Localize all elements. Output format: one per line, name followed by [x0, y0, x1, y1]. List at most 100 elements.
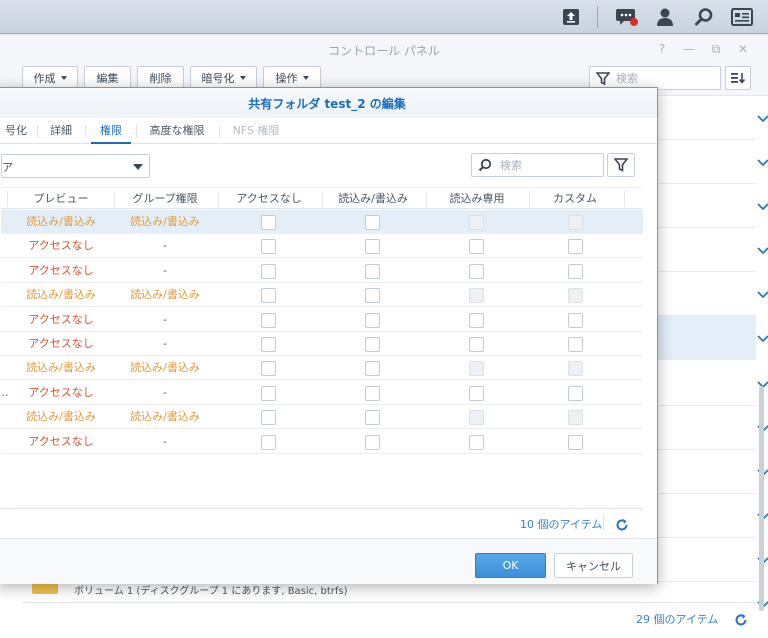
preview-cell: アクセスなし	[28, 434, 94, 448]
table-row[interactable]: アクセスなし -	[1, 234, 643, 259]
chevron-down-icon[interactable]	[755, 110, 768, 126]
row-name-fragment	[1, 283, 9, 307]
read-write-checkbox[interactable]	[365, 410, 380, 426]
read-only-checkbox[interactable]	[469, 312, 484, 328]
column-read-only[interactable]: 読込み専用	[427, 188, 527, 210]
custom-checkbox[interactable]	[568, 337, 583, 352]
no-access-checkbox[interactable]	[261, 385, 276, 401]
group-permission-cell: 読込み/書込み	[130, 215, 200, 228]
table-row[interactable]: 読込み/書込み 読込み/書込み	[1, 210, 643, 234]
tab-details[interactable]: 詳細	[41, 118, 81, 144]
row-name-fragment	[1, 356, 9, 380]
no-access-checkbox[interactable]	[261, 263, 276, 279]
preview-cell: アクセスなし	[28, 239, 94, 253]
read-write-checkbox[interactable]	[365, 361, 380, 377]
read-write-checkbox[interactable]	[365, 239, 380, 255]
read-write-checkbox[interactable]	[365, 263, 380, 279]
read-only-checkbox[interactable]	[469, 434, 484, 450]
custom-checkbox[interactable]	[568, 263, 583, 279]
taskbar	[0, 0, 768, 34]
ok-button[interactable]: OK	[475, 553, 546, 578]
read-only-checkbox	[469, 288, 484, 304]
custom-checkbox[interactable]	[568, 239, 583, 255]
chevron-down-icon[interactable]	[755, 154, 768, 170]
no-access-checkbox[interactable]	[261, 239, 276, 255]
close-icon[interactable]: ✕	[735, 42, 751, 58]
group-permission-cell: -	[163, 239, 167, 253]
read-write-checkbox[interactable]	[365, 288, 380, 304]
widgets-icon[interactable]	[727, 3, 757, 31]
table-row[interactable]: 読込み/書込み 読込み/書込み	[1, 356, 643, 381]
upload-icon[interactable]	[556, 3, 586, 31]
no-access-checkbox[interactable]	[261, 215, 276, 230]
table-row[interactable]: .. アクセスなし -	[1, 381, 643, 405]
custom-checkbox[interactable]	[568, 434, 583, 450]
filter-button[interactable]	[607, 153, 635, 177]
custom-checkbox[interactable]	[568, 385, 583, 401]
action-label: 操作	[275, 72, 298, 85]
tab-permissions[interactable]: 権限	[91, 118, 131, 144]
restore-icon[interactable]: ⧉	[708, 42, 724, 58]
tab-nfs-permissions[interactable]: NFS 権限	[225, 118, 287, 144]
row-name-fragment	[1, 430, 9, 454]
search-icon[interactable]	[689, 3, 719, 31]
dialog-buttons: OK キャンセル	[0, 538, 657, 584]
no-access-checkbox[interactable]	[261, 361, 276, 377]
user-icon[interactable]	[650, 3, 680, 31]
row-name-fragment	[1, 308, 9, 332]
read-only-checkbox[interactable]	[469, 337, 484, 352]
chevron-down-icon	[60, 76, 67, 80]
notification-icon[interactable]	[612, 3, 642, 31]
user-group-dropdown[interactable]: ア	[1, 154, 150, 178]
read-only-checkbox[interactable]	[469, 239, 484, 255]
help-icon[interactable]: ?	[654, 42, 670, 58]
row-name-fragment	[1, 405, 9, 429]
table-row[interactable]: 読込み/書込み 読込み/書込み	[1, 405, 643, 430]
volume-text: ボリューム 1 (ディスクグループ 1 にあります, Basic, btrfs)	[74, 586, 348, 597]
permission-search-input[interactable]: 検索	[471, 153, 604, 177]
read-only-checkbox[interactable]	[469, 385, 484, 401]
cancel-button[interactable]: キャンセル	[554, 553, 633, 578]
edit-dialog: 共有フォルダ test_2 の編集 号化 詳細 権限 高度な権限 NFS 権限 …	[0, 87, 658, 584]
read-write-checkbox[interactable]	[365, 312, 380, 328]
chevron-down-icon[interactable]	[755, 242, 768, 258]
read-write-checkbox[interactable]	[365, 434, 380, 450]
tab-encryption[interactable]: 号化	[0, 118, 35, 144]
minimize-icon[interactable]: —	[681, 42, 697, 58]
no-access-checkbox[interactable]	[261, 434, 276, 450]
preview-cell: 読込み/書込み	[26, 288, 96, 302]
search-placeholder: 検索	[616, 72, 638, 85]
group-permission-cell: -	[163, 312, 167, 326]
scrollbar[interactable]	[759, 386, 764, 611]
column-preview[interactable]: プレビュー	[11, 188, 111, 210]
chevron-down-icon[interactable]	[755, 198, 768, 214]
table-row[interactable]: アクセスなし -	[1, 259, 643, 283]
column-custom[interactable]: カスタム	[530, 188, 620, 210]
column-no-access[interactable]: アクセスなし	[219, 188, 319, 210]
no-access-checkbox[interactable]	[261, 288, 276, 304]
column-group-permissions[interactable]: グループ権限	[115, 188, 215, 210]
tab-bar: 号化 詳細 権限 高度な権限 NFS 権限	[0, 118, 657, 144]
chevron-down-icon[interactable]	[755, 286, 768, 302]
chevron-down-icon[interactable]	[755, 330, 768, 346]
no-access-checkbox[interactable]	[261, 312, 276, 328]
table-row[interactable]: アクセスなし -	[1, 430, 643, 454]
no-access-checkbox[interactable]	[261, 410, 276, 426]
refresh-icon[interactable]	[734, 613, 748, 627]
read-write-checkbox[interactable]	[365, 385, 380, 401]
read-only-checkbox[interactable]	[469, 263, 484, 279]
filter-icon	[614, 158, 628, 172]
custom-checkbox[interactable]	[568, 312, 583, 328]
sort-button[interactable]	[725, 66, 751, 90]
column-read-write[interactable]: 読込み/書込み	[323, 188, 423, 210]
refresh-icon[interactable]	[615, 518, 629, 532]
read-write-checkbox[interactable]	[365, 215, 380, 230]
table-row[interactable]: アクセスなし -	[1, 332, 643, 356]
table-row[interactable]: 読込み/書込み 読込み/書込み	[1, 283, 643, 308]
tab-advanced-permissions[interactable]: 高度な権限	[141, 118, 213, 144]
item-count: 29 個のアイテム	[636, 613, 719, 626]
table-row[interactable]: アクセスなし -	[1, 308, 643, 332]
group-permission-cell: -	[163, 263, 167, 277]
read-write-checkbox[interactable]	[365, 337, 380, 352]
no-access-checkbox[interactable]	[261, 337, 276, 352]
